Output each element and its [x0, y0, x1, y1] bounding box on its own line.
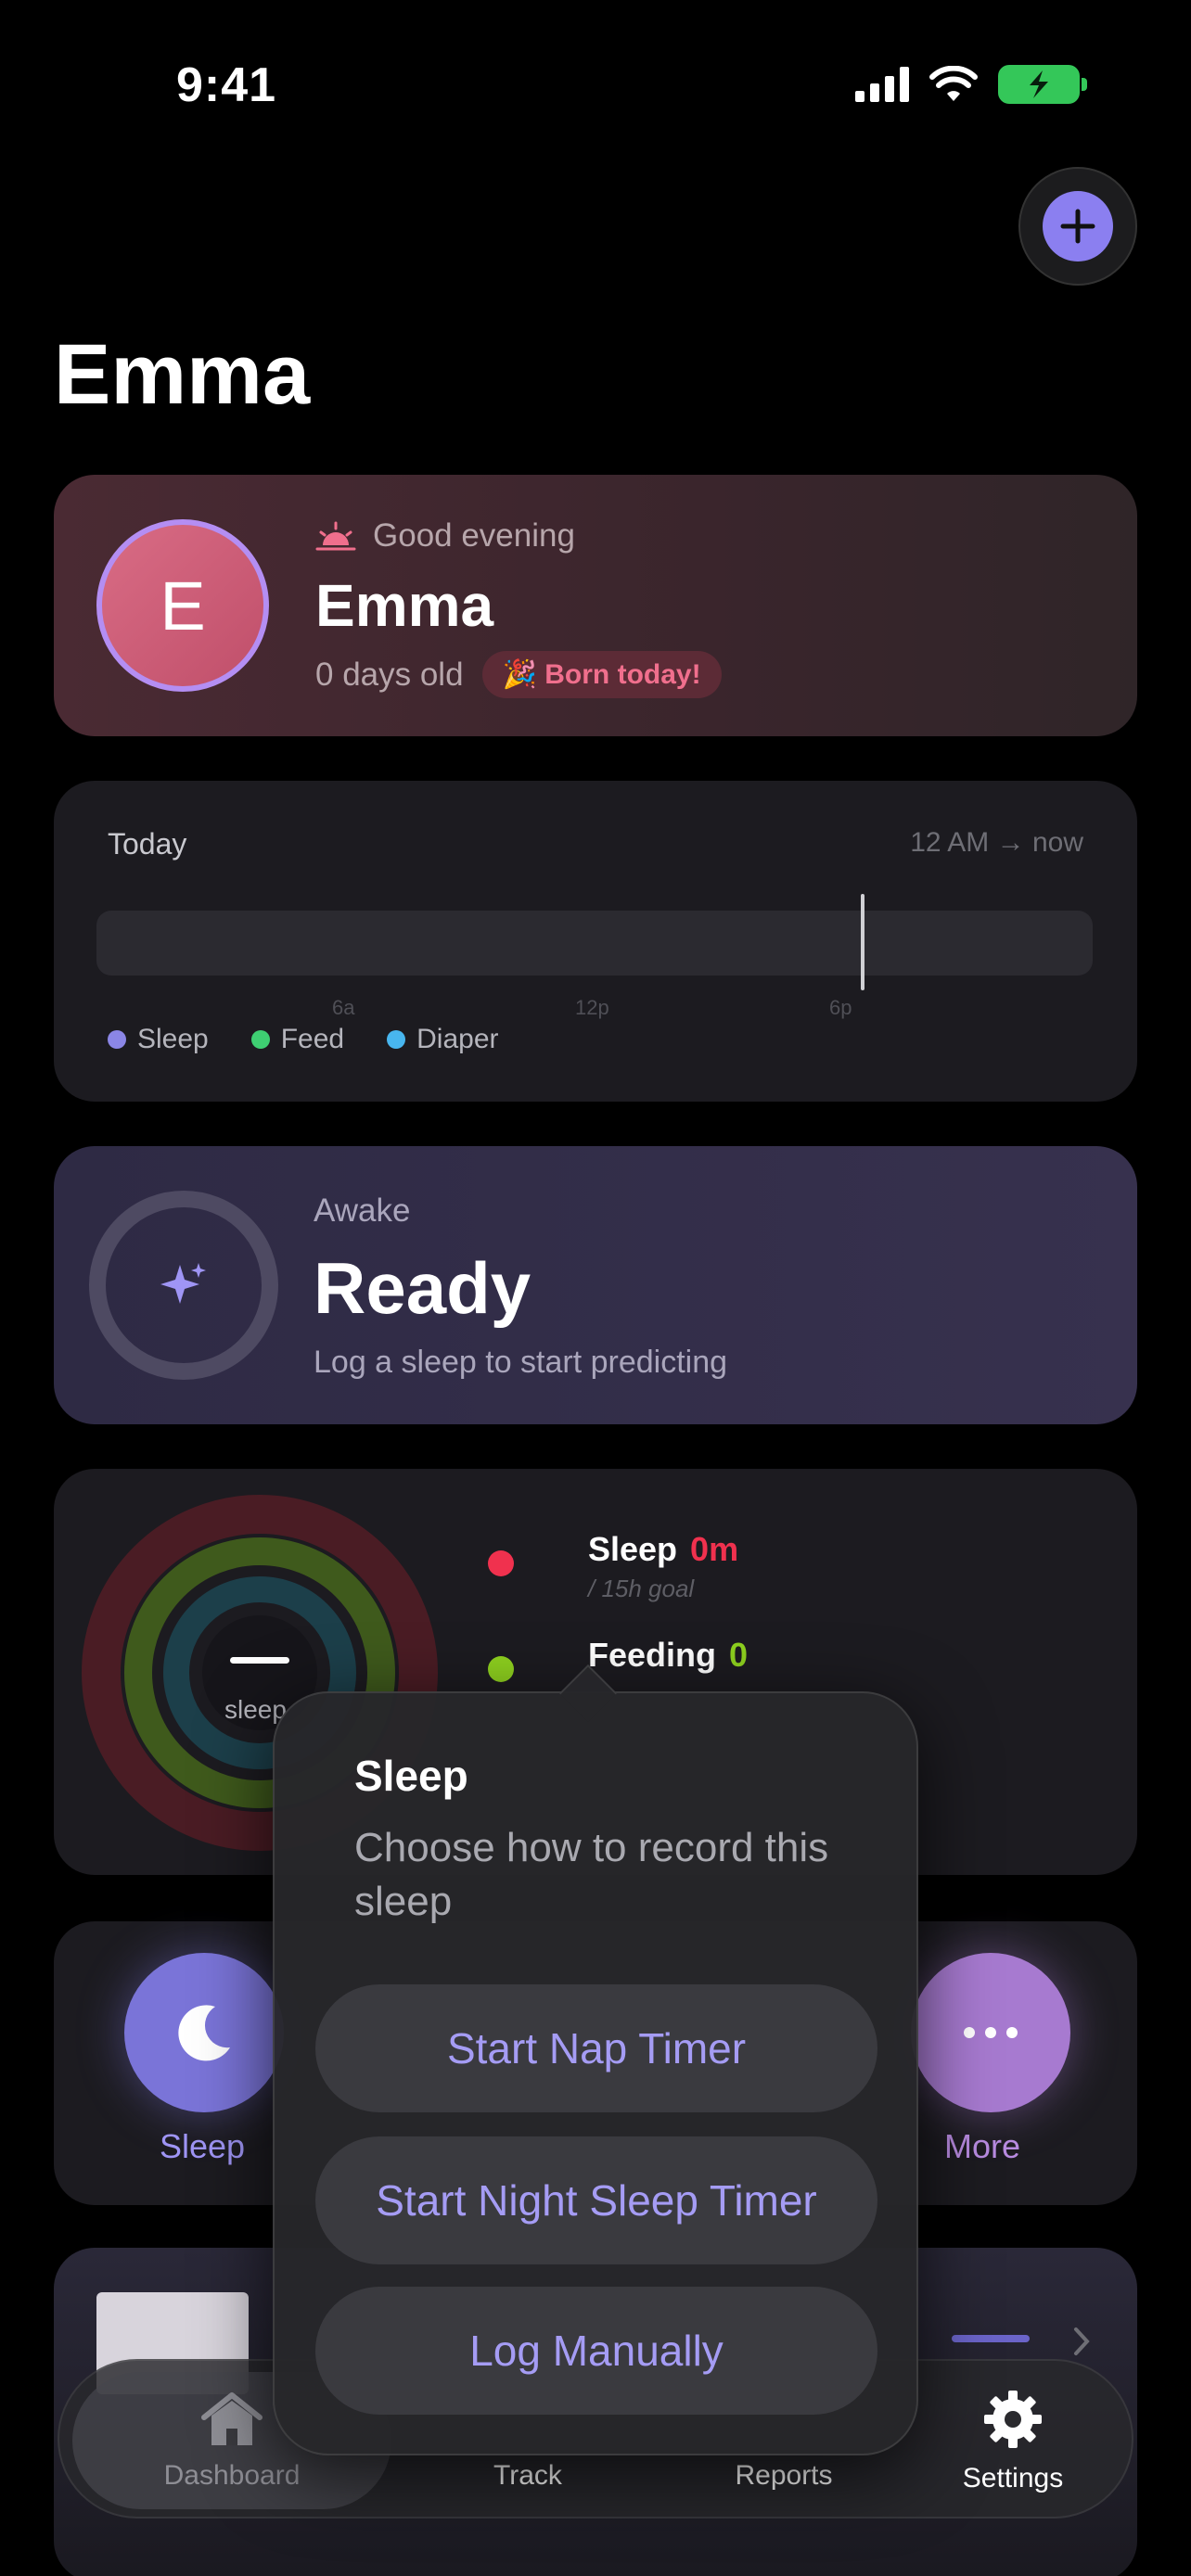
sleep-options-popover: Sleep Choose how to record this sleep St…: [273, 1664, 918, 2455]
status-time: 9:41: [176, 58, 277, 112]
add-entry-button[interactable]: [1018, 167, 1137, 286]
sleep-action-button[interactable]: [124, 1953, 284, 2112]
gear-icon: [984, 2391, 1042, 2448]
avatar: E: [96, 519, 269, 692]
today-label: Today: [108, 827, 187, 861]
log-manually-button[interactable]: Log Manually: [315, 2287, 877, 2415]
popover-title: Sleep: [354, 1752, 468, 1800]
sleep-prediction-card[interactable]: Awake Ready Log a sleep to start predict…: [54, 1146, 1137, 1424]
tick-label: 12p: [575, 996, 609, 1019]
legend-label: Sleep: [137, 1024, 209, 1054]
tick-label: 6p: [829, 996, 852, 1019]
tab-label: Dashboard: [163, 2460, 301, 2491]
sleep-dot: [488, 1550, 514, 1576]
moon-icon: [178, 2005, 230, 2061]
legend-label: Diaper: [416, 1024, 499, 1054]
greeting-text: Good evening: [373, 517, 575, 554]
start-night-sleep-timer-button[interactable]: Start Night Sleep Timer: [315, 2136, 877, 2264]
battery-charging-icon: [998, 65, 1087, 104]
prediction-ring: [89, 1191, 278, 1380]
house-icon: [201, 2392, 263, 2445]
feeding-metric: Feeding 0: [588, 1636, 748, 1675]
timeline-legend: Sleep Feed Diaper: [108, 1024, 499, 1055]
start-nap-timer-button[interactable]: Start Nap Timer: [315, 1984, 877, 2112]
age-row: 0 days old 🎉 Born today!: [315, 651, 722, 698]
legend-diaper: Diaper: [387, 1024, 499, 1055]
age-text: 0 days old: [315, 656, 464, 693]
popover-description: Choose how to record this sleep: [354, 1825, 829, 1924]
legend-feed: Feed: [250, 1024, 345, 1055]
timeline-bar: [96, 911, 1093, 976]
sunset-icon: [315, 521, 356, 551]
today-timeline-card[interactable]: Today 12 AM → now 6a 12p 6p Sleep Feed D…: [54, 781, 1137, 1102]
chevron-right-icon[interactable]: [1072, 2326, 1091, 2357]
sparkles-icon: [160, 1263, 206, 1304]
tab-settings[interactable]: Settings: [903, 2361, 1122, 2520]
tab-label: Reports: [735, 2460, 833, 2491]
born-today-badge: 🎉 Born today!: [481, 651, 722, 698]
dash-icon: [230, 1657, 289, 1664]
legend-dot: [387, 1030, 406, 1049]
feeding-metric-value: 0: [729, 1636, 749, 1674]
now-marker: [861, 894, 864, 990]
more-action-label: More: [944, 2127, 1021, 2165]
progress-indicator: [952, 2335, 1030, 2342]
cellular-signal-icon: [855, 67, 909, 102]
sleep-action-label: Sleep: [160, 2127, 246, 2165]
page-title: Emma: [54, 327, 311, 422]
tab-label: Track: [493, 2460, 562, 2491]
legend-label: Feed: [280, 1024, 345, 1054]
baby-name: Emma: [315, 572, 494, 639]
legend-sleep: Sleep: [108, 1024, 209, 1055]
wifi-icon: [929, 66, 978, 101]
sleep-metric-value: 0m: [690, 1530, 739, 1568]
baby-profile-card[interactable]: E Good evening Emma 0 days old 🎉 Born to…: [54, 475, 1137, 736]
ellipsis-icon: [964, 2027, 1018, 2038]
awake-state: Awake: [314, 1192, 411, 1229]
ring-center-label: sleep: [224, 1695, 287, 1724]
tab-label: Settings: [962, 2463, 1064, 2493]
legend-dot: [250, 1030, 270, 1049]
sleep-goal: / 15h goal: [588, 1575, 695, 1602]
legend-dot: [108, 1030, 126, 1049]
prediction-headline: Ready: [314, 1247, 531, 1329]
more-action-button[interactable]: [911, 1953, 1070, 2112]
sleep-metric: Sleep 0m: [588, 1530, 738, 1569]
plus-icon: [1043, 191, 1113, 261]
status-icons: [855, 65, 1087, 104]
feeding-dot: [488, 1656, 514, 1682]
prediction-hint: Log a sleep to start predicting: [314, 1345, 728, 1380]
today-range: 12 AM → now: [910, 827, 1083, 858]
feeding-metric-name: Feeding: [588, 1636, 717, 1674]
greeting-row: Good evening: [315, 517, 575, 555]
sleep-metric-name: Sleep: [588, 1530, 678, 1568]
tick-label: 6a: [332, 996, 355, 1019]
